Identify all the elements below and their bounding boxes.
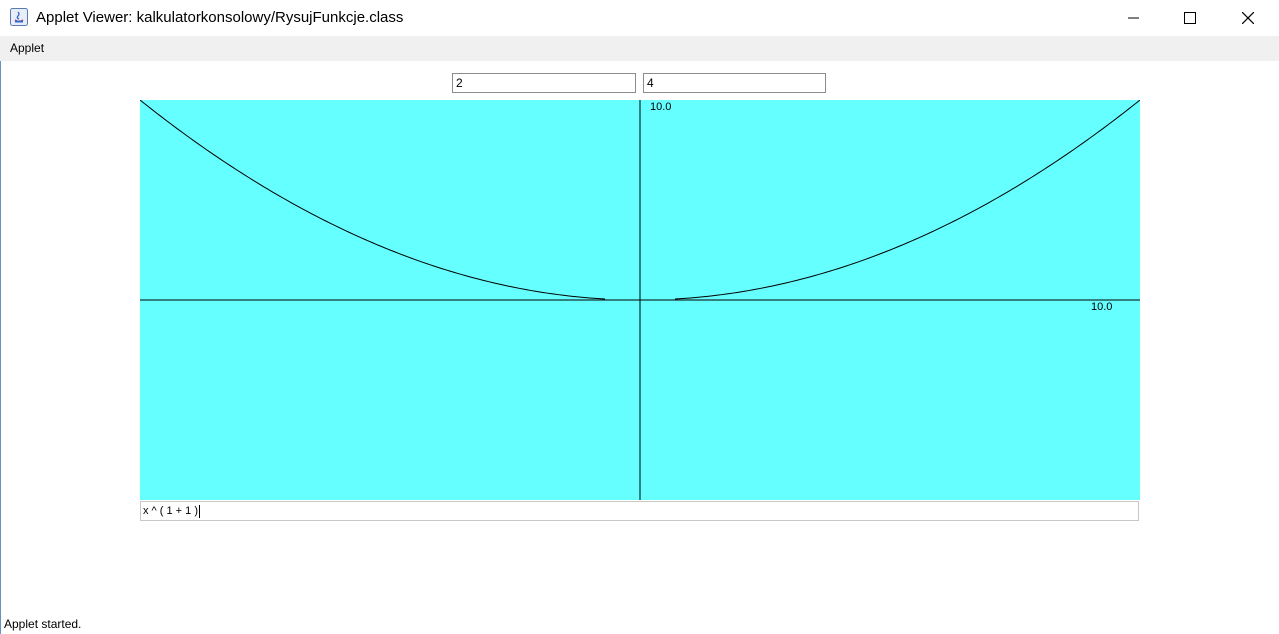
function-plot: 10.0 10.0 — [140, 100, 1140, 500]
java-icon — [10, 8, 28, 26]
status-bar-text: Applet started. — [4, 617, 82, 631]
maximize-icon — [1184, 12, 1196, 24]
x-axis-max-label: 10.0 — [1091, 301, 1112, 313]
window-title: Applet Viewer: kalkulatorkonsolowy/Rysuj… — [36, 9, 404, 26]
formula-text: x ^ ( 1 + 1 ) — [143, 505, 198, 517]
text-caret — [198, 505, 200, 518]
window-left-edge — [0, 61, 1, 634]
minimize-button[interactable] — [1105, 0, 1163, 36]
close-icon — [1242, 12, 1254, 24]
parameter-field-1[interactable]: 2 — [452, 73, 636, 93]
close-button[interactable] — [1219, 0, 1277, 36]
minimize-icon — [1128, 17, 1139, 19]
maximize-button[interactable] — [1161, 0, 1219, 36]
formula-input[interactable]: x ^ ( 1 + 1 ) — [140, 501, 1139, 521]
parameter-field-2[interactable]: 4 — [643, 73, 826, 93]
menu-applet[interactable]: Applet — [10, 41, 44, 55]
title-bar[interactable]: Applet Viewer: kalkulatorkonsolowy/Rysuj… — [0, 0, 1279, 36]
menu-bar: Applet — [0, 36, 1279, 61]
y-axis-max-label: 10.0 — [650, 101, 671, 113]
